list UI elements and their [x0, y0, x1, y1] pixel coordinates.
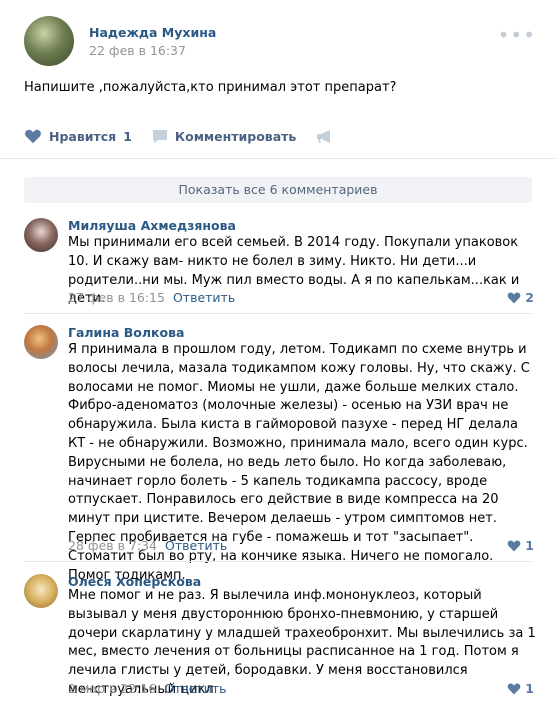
- comment-like-button[interactable]: 2: [507, 290, 534, 305]
- comment-separator: [24, 313, 532, 314]
- post-author-name[interactable]: Надежда Мухина: [89, 25, 216, 40]
- divider: [0, 158, 556, 159]
- post-actions: Нравится 1 Комментировать: [24, 127, 360, 145]
- show-all-comments-button[interactable]: Показать все 6 комментариев: [24, 177, 532, 203]
- commenter-avatar[interactable]: [24, 574, 58, 608]
- comment-date[interactable]: 28 фев в 7:34: [68, 538, 157, 553]
- commenter-avatar[interactable]: [24, 325, 58, 359]
- comment-meta: 2 мар в 22:16 Ответить: [68, 681, 227, 696]
- reply-link[interactable]: Ответить: [173, 290, 235, 305]
- heart-icon: [507, 292, 521, 304]
- comment-meta: 27 фев в 16:15 Ответить: [68, 290, 235, 305]
- heart-icon: [507, 683, 521, 695]
- heart-icon: [25, 129, 41, 144]
- comment-like-count: 2: [525, 290, 534, 305]
- comment-like-button[interactable]: 1: [507, 681, 534, 696]
- comment-separator: [24, 561, 532, 562]
- heart-icon: [507, 540, 521, 552]
- comment-label: Комментировать: [174, 128, 297, 144]
- post-header: Надежда Мухина 22 фев в 16:37 •••: [0, 0, 556, 70]
- commenter-name[interactable]: Миляуша Ахмедзянова: [68, 218, 236, 233]
- reply-link[interactable]: Ответить: [165, 538, 227, 553]
- comment-like-count: 1: [525, 538, 534, 553]
- comment-like-count: 1: [525, 681, 534, 696]
- comment-icon: [152, 129, 167, 143]
- post-date[interactable]: 22 фев в 16:37: [89, 43, 186, 58]
- author-avatar[interactable]: [24, 16, 74, 66]
- share-button[interactable]: [316, 129, 340, 144]
- like-button[interactable]: Нравится 1: [24, 128, 132, 144]
- commenter-avatar[interactable]: [24, 218, 58, 252]
- like-label: Нравится: [49, 128, 117, 144]
- reply-link[interactable]: Ответить: [164, 681, 226, 696]
- post-text: Напишите ,пожалуйста,кто принимал этот п…: [24, 80, 397, 95]
- comment-date[interactable]: 27 фев в 16:15: [68, 290, 165, 305]
- commenter-name[interactable]: Галина Волкова: [68, 325, 184, 340]
- comment-like-button[interactable]: 1: [507, 538, 534, 553]
- comment-date[interactable]: 2 мар в 22:16: [68, 681, 156, 696]
- comment-meta: 28 фев в 7:34 Ответить: [68, 538, 227, 553]
- more-options-icon[interactable]: •••: [498, 25, 536, 45]
- like-count: 1: [123, 128, 132, 144]
- megaphone-icon: [317, 129, 331, 143]
- comment-button[interactable]: Комментировать: [152, 129, 296, 144]
